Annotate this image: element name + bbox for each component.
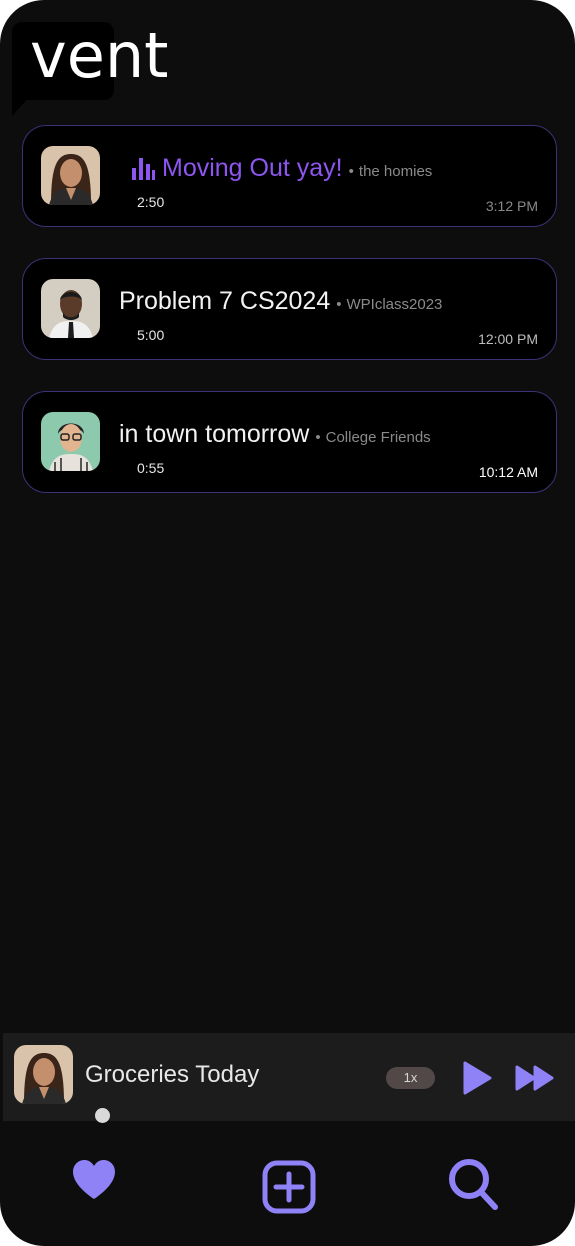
woman-avatar	[14, 1045, 73, 1104]
conversation-time: 3:12 PM	[485, 198, 538, 214]
logo-bubble-tail	[12, 96, 30, 116]
app-logo: vent	[30, 19, 169, 92]
group-name: • the homies	[348, 163, 433, 180]
audio-bars-icon	[131, 156, 155, 180]
add-square-icon[interactable]	[262, 1160, 316, 1214]
play-icon[interactable]	[461, 1061, 493, 1095]
fast-forward-icon[interactable]	[515, 1064, 555, 1092]
conversation-duration: 0:55	[137, 460, 165, 476]
now-playing-bar[interactable]: Groceries Today 1x	[3, 1033, 575, 1121]
now-playing-title: Groceries Today	[85, 1061, 260, 1088]
conversation-duration: 2:50	[137, 194, 165, 210]
group-name: • WPIclass2023	[336, 296, 443, 313]
playback-scrubber-handle[interactable]	[95, 1108, 110, 1123]
app-screen: vent Moving Out yay! • the homies 2:50 3…	[0, 0, 575, 1246]
conversation-time: 12:00 PM	[478, 331, 538, 347]
conversation-card[interactable]: in town tomorrow • College Friends 0:55 1…	[22, 391, 557, 493]
group-name: • College Friends	[315, 429, 431, 446]
playback-speed-button[interactable]: 1x	[386, 1067, 435, 1089]
conversation-title-row: Problem 7 CS2024 • WPIclass2023	[119, 286, 442, 316]
search-icon[interactable]	[447, 1157, 499, 1211]
conversation-time: 10:12 AM	[478, 464, 538, 480]
conversation-title-row: in town tomorrow • College Friends	[119, 419, 431, 449]
conversation-title: Moving Out yay!	[162, 154, 343, 182]
conversation-title-row: Moving Out yay! • the homies	[131, 153, 432, 183]
conversation-card[interactable]: Problem 7 CS2024 • WPIclass2023 5:00 12:0…	[22, 258, 557, 360]
woman-avatar	[41, 146, 100, 205]
conversation-title: in town tomorrow	[119, 420, 310, 448]
conversation-card[interactable]: Moving Out yay! • the homies 2:50 3:12 PM	[22, 125, 557, 227]
conversation-title: Problem 7 CS2024	[119, 287, 331, 315]
man-glasses-avatar	[41, 412, 100, 471]
heart-icon[interactable]	[71, 1159, 117, 1201]
man-avatar	[41, 279, 100, 338]
conversation-duration: 5:00	[137, 327, 165, 343]
